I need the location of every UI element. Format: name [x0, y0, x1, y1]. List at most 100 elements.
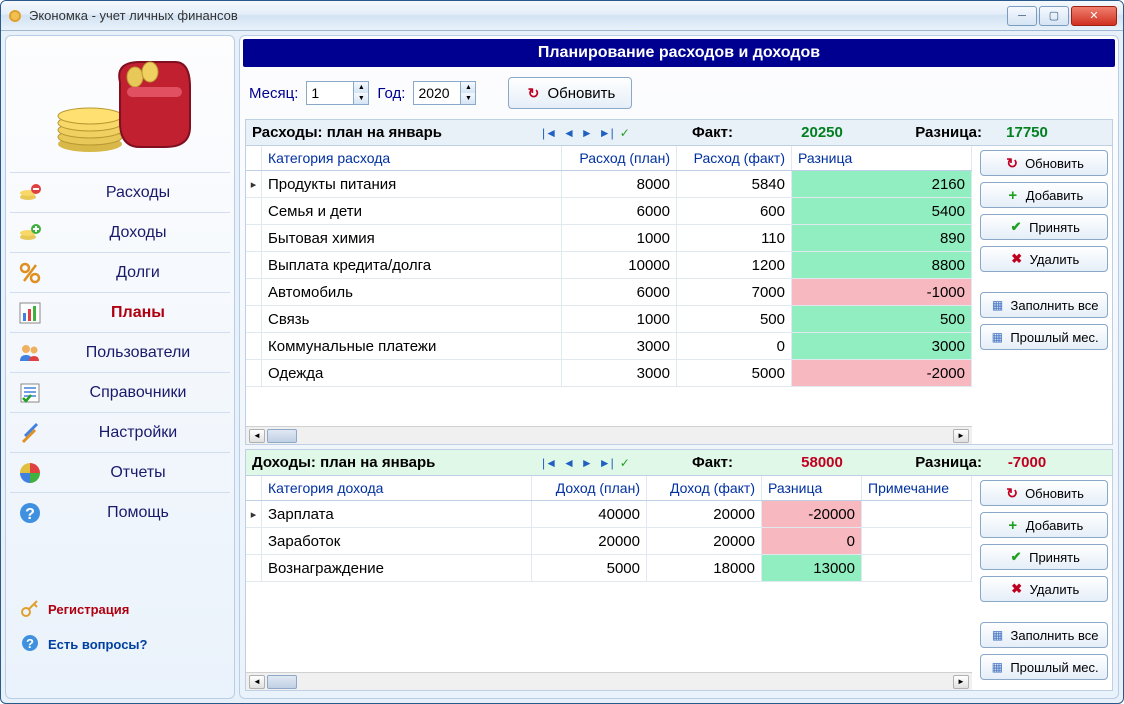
cell-diff[interactable]: 5400: [792, 198, 972, 224]
registration-link[interactable]: Регистрация: [16, 592, 224, 627]
scroll-right-icon[interactable]: ►: [953, 429, 969, 443]
col-fact[interactable]: Расход (факт): [677, 146, 792, 170]
first-icon[interactable]: |◄: [542, 456, 557, 470]
col-diff[interactable]: Разница: [762, 476, 862, 500]
cell-diff[interactable]: 8800: [792, 252, 972, 278]
cell-category[interactable]: Выплата кредита/долга: [262, 252, 562, 278]
cell-diff[interactable]: 13000: [762, 555, 862, 581]
first-icon[interactable]: |◄: [542, 126, 557, 140]
cell-fact[interactable]: 7000: [677, 279, 792, 305]
month-up[interactable]: ▲: [354, 82, 368, 93]
scroll-thumb[interactable]: [267, 675, 297, 689]
cell-category[interactable]: Связь: [262, 306, 562, 332]
cell-category[interactable]: Коммунальные платежи: [262, 333, 562, 359]
cell-plan[interactable]: 6000: [562, 198, 677, 224]
delete-button[interactable]: ✖Удалить: [980, 576, 1108, 602]
cell-fact[interactable]: 18000: [647, 555, 762, 581]
expenses-hscroll[interactable]: ◄►: [246, 426, 972, 444]
incomes-hscroll[interactable]: ◄►: [246, 672, 972, 690]
col-fact[interactable]: Доход (факт): [647, 476, 762, 500]
table-row[interactable]: Коммунальные платежи300003000: [246, 333, 972, 360]
table-row[interactable]: Заработок20000200000: [246, 528, 972, 555]
year-down[interactable]: ▼: [461, 93, 475, 104]
accept-button[interactable]: ✔Принять: [980, 544, 1108, 570]
check-icon[interactable]: ✓: [620, 126, 630, 140]
cell-plan[interactable]: 3000: [562, 333, 677, 359]
scroll-thumb[interactable]: [267, 429, 297, 443]
cell-diff[interactable]: -2000: [792, 360, 972, 386]
col-diff[interactable]: Разница: [792, 146, 972, 170]
close-button[interactable]: ✕: [1071, 6, 1117, 26]
month-down[interactable]: ▼: [354, 93, 368, 104]
questions-link[interactable]: ?Есть вопросы?: [16, 627, 224, 662]
refresh-button[interactable]: ↻Обновить: [980, 480, 1108, 506]
nav-users[interactable]: Пользователи: [10, 332, 230, 372]
cell-category[interactable]: Одежда: [262, 360, 562, 386]
nav-incomes[interactable]: Доходы: [10, 212, 230, 252]
refresh-button[interactable]: ↻Обновить: [980, 150, 1108, 176]
last-icon[interactable]: ►|: [599, 126, 614, 140]
cell-diff[interactable]: 2160: [792, 171, 972, 197]
year-up[interactable]: ▲: [461, 82, 475, 93]
cell-fact[interactable]: 110: [677, 225, 792, 251]
maximize-button[interactable]: ▢: [1039, 6, 1069, 26]
cell-plan[interactable]: 3000: [562, 360, 677, 386]
next-icon[interactable]: ►: [581, 456, 593, 470]
cell-category[interactable]: Продукты питания: [262, 171, 562, 197]
cell-diff[interactable]: -20000: [762, 501, 862, 527]
cell-diff[interactable]: 890: [792, 225, 972, 251]
delete-button[interactable]: ✖Удалить: [980, 246, 1108, 272]
last-icon[interactable]: ►|: [599, 456, 614, 470]
prev-icon[interactable]: ◄: [563, 126, 575, 140]
nav-reports[interactable]: Отчеты: [10, 452, 230, 492]
table-row[interactable]: ▸Зарплата4000020000-20000: [246, 501, 972, 528]
cell-diff[interactable]: 3000: [792, 333, 972, 359]
cell-fact[interactable]: 1200: [677, 252, 792, 278]
year-input[interactable]: [414, 85, 460, 101]
cell-fact[interactable]: 20000: [647, 528, 762, 554]
cell-plan[interactable]: 20000: [532, 528, 647, 554]
prev-month-button[interactable]: ▦Прошлый мес.: [980, 654, 1108, 680]
cell-plan[interactable]: 8000: [562, 171, 677, 197]
col-plan[interactable]: Расход (план): [562, 146, 677, 170]
cell-diff[interactable]: -1000: [792, 279, 972, 305]
cell-note[interactable]: [862, 528, 972, 554]
cell-plan[interactable]: 1000: [562, 225, 677, 251]
table-row[interactable]: Бытовая химия1000110890: [246, 225, 972, 252]
cell-category[interactable]: Вознаграждение: [262, 555, 532, 581]
nav-settings[interactable]: Настройки: [10, 412, 230, 452]
month-spinner[interactable]: ▲▼: [306, 81, 369, 105]
cell-plan[interactable]: 10000: [562, 252, 677, 278]
cell-category[interactable]: Автомобиль: [262, 279, 562, 305]
prev-month-button[interactable]: ▦Прошлый мес.: [980, 324, 1108, 350]
col-plan[interactable]: Доход (план): [532, 476, 647, 500]
scroll-right-icon[interactable]: ►: [953, 675, 969, 689]
table-row[interactable]: ▸Продукты питания800058402160: [246, 171, 972, 198]
month-input[interactable]: [307, 85, 353, 101]
fill-all-button[interactable]: ▦Заполнить все: [980, 292, 1108, 318]
fill-all-button[interactable]: ▦Заполнить все: [980, 622, 1108, 648]
year-spinner[interactable]: ▲▼: [413, 81, 476, 105]
cell-plan[interactable]: 6000: [562, 279, 677, 305]
scroll-left-icon[interactable]: ◄: [249, 675, 265, 689]
scroll-left-icon[interactable]: ◄: [249, 429, 265, 443]
table-row[interactable]: Одежда30005000-2000: [246, 360, 972, 387]
table-row[interactable]: Связь1000500500: [246, 306, 972, 333]
minimize-button[interactable]: ─: [1007, 6, 1037, 26]
col-note[interactable]: Примечание: [862, 476, 972, 500]
cell-category[interactable]: Заработок: [262, 528, 532, 554]
nav-references[interactable]: Справочники: [10, 372, 230, 412]
cell-fact[interactable]: 500: [677, 306, 792, 332]
check-icon[interactable]: ✓: [620, 456, 630, 470]
add-button[interactable]: +Добавить: [980, 182, 1108, 208]
cell-fact[interactable]: 0: [677, 333, 792, 359]
nav-expenses[interactable]: Расходы: [10, 172, 230, 212]
cell-category[interactable]: Семья и дети: [262, 198, 562, 224]
table-row[interactable]: Семья и дети60006005400: [246, 198, 972, 225]
col-category[interactable]: Категория расхода: [262, 146, 562, 170]
cell-plan[interactable]: 5000: [532, 555, 647, 581]
cell-fact[interactable]: 5000: [677, 360, 792, 386]
cell-fact[interactable]: 600: [677, 198, 792, 224]
nav-help[interactable]: ?Помощь: [10, 492, 230, 532]
add-button[interactable]: +Добавить: [980, 512, 1108, 538]
